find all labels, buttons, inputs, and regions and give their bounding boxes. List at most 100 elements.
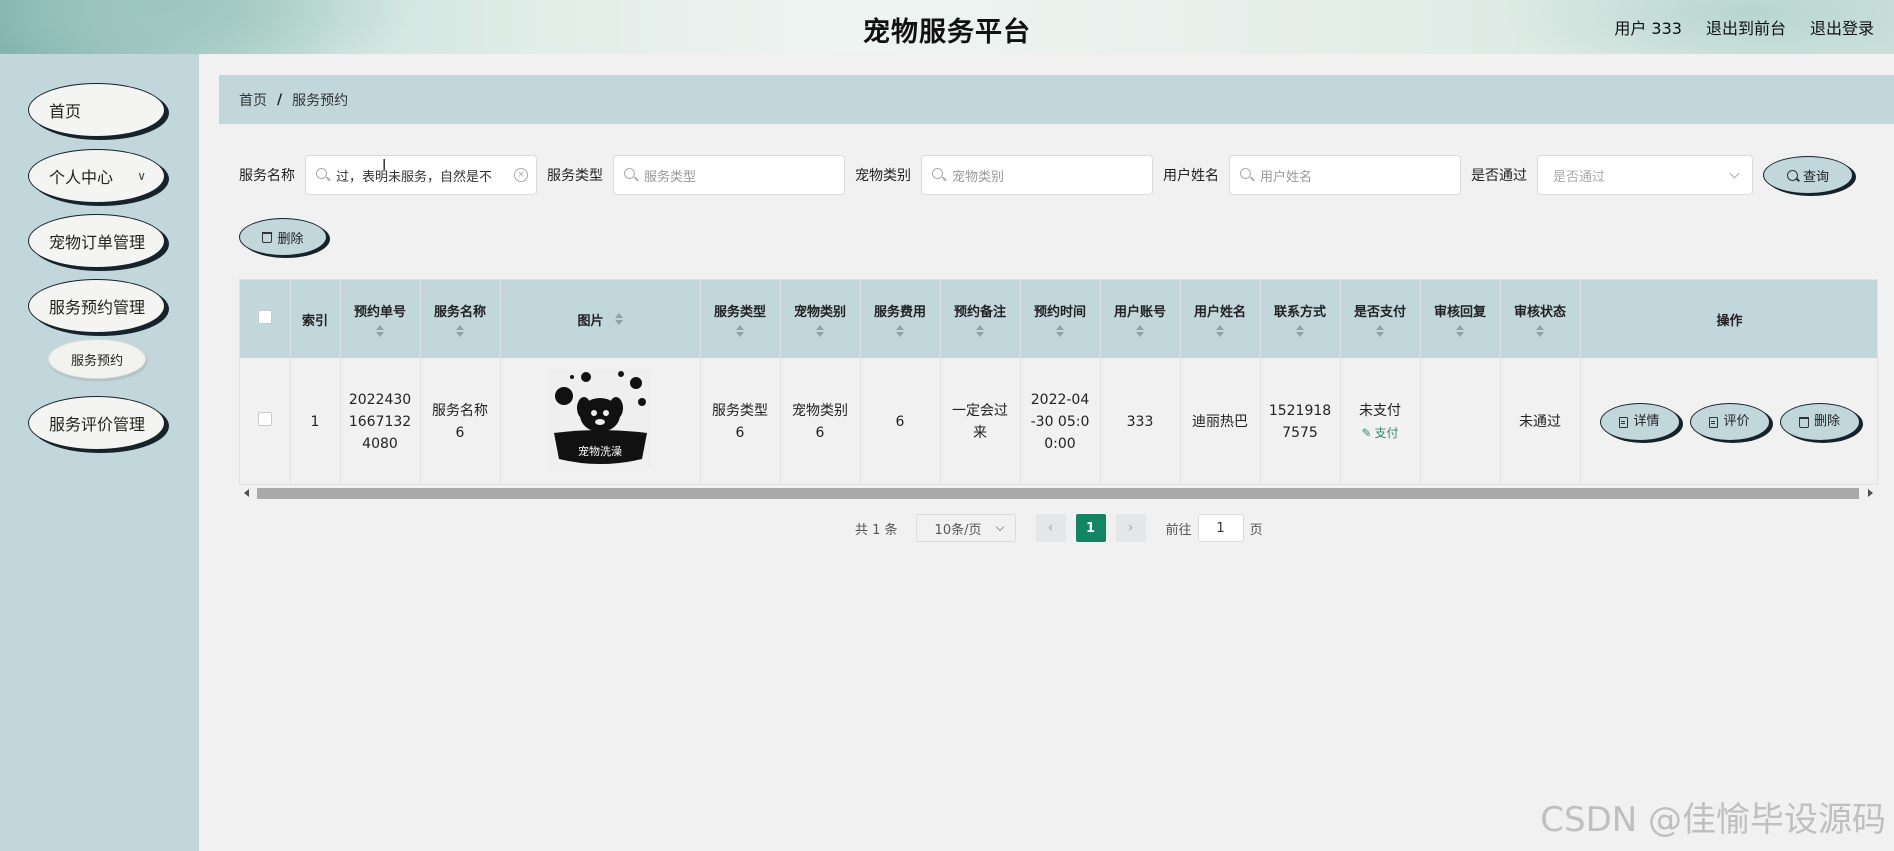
logout-link[interactable]: 退出登录 [1810,15,1874,39]
search-icon [1786,169,1798,181]
chevron-down-icon [1729,168,1740,179]
goto-label: 前往 [1165,522,1192,538]
sort-icon[interactable] [1216,325,1224,337]
chevron-right-icon: › [1127,520,1134,536]
th-paid[interactable]: 是否支付 [1340,280,1421,358]
cell-user-account: 333 [1100,358,1181,486]
cell-actions: 详情 评价 删除 [1580,358,1877,486]
sidebar-item-service-review-mgmt[interactable]: 服务评价管理 [28,396,165,450]
next-page-button[interactable]: › [1115,514,1146,542]
sidebar-subitem-label: 服务预约 [70,353,123,369]
sidebar-item-pet-orders[interactable]: 宠物订单管理 [28,214,165,268]
scroll-left-icon[interactable] [244,489,249,497]
sort-icon[interactable] [1296,325,1304,337]
cell-paid: 未支付 ✎ 支付 [1340,358,1421,486]
review-button[interactable]: 评价 [1689,403,1770,441]
query-button[interactable]: 查询 [1763,156,1853,194]
search-icon [624,168,635,179]
delete-button-label: 删除 [277,231,304,247]
sort-icon[interactable] [816,325,824,337]
th-service-name[interactable]: 服务名称 [420,280,501,358]
bulk-delete-button[interactable]: 删除 [239,218,327,256]
document-icon [1619,416,1629,428]
scroll-right-icon[interactable] [1868,489,1873,497]
th-user-name[interactable]: 用户姓名 [1180,280,1261,358]
cell-user-name: 迪丽热巴 [1180,358,1261,486]
sidebar-item-personal-center[interactable]: 个人中心 ∨ [28,149,165,203]
service-type-placeholder: 服务类型 [644,169,697,185]
th-service-fee[interactable]: 服务费用 [860,280,941,358]
sidebar-item-label: 宠物订单管理 [49,233,146,252]
user-name-placeholder: 用户姓名 [1260,169,1313,185]
row-delete-button[interactable]: 删除 [1779,403,1860,441]
trash-icon [262,231,273,243]
th-order-no[interactable]: 预约单号 [340,280,421,358]
detail-button-label: 详情 [1633,414,1660,429]
pet-category-label: 宠物类别 [855,168,911,184]
page-number[interactable]: 1 [1075,514,1106,542]
pagination: 共 1 条 10条/页 ‹ 1 › 前往 1 页 [855,514,1263,542]
goto-page-input[interactable]: 1 [1197,514,1244,542]
sort-icon[interactable] [896,325,904,337]
th-user-account[interactable]: 用户账号 [1100,280,1181,358]
select-all-cell[interactable] [240,280,291,358]
row-select-cell[interactable] [240,358,291,486]
sort-icon[interactable] [376,325,384,337]
chevron-down-icon [995,522,1004,532]
th-contact[interactable]: 联系方式 [1260,280,1341,358]
cell-service-type: 服务类型6 [700,358,781,486]
sort-icon[interactable] [1136,325,1144,337]
horizontal-scrollbar[interactable] [239,484,1878,500]
prev-page-button[interactable]: ‹ [1035,514,1066,542]
sort-icon[interactable] [736,325,744,337]
th-review-status[interactable]: 审核状态 [1500,280,1581,358]
sort-icon[interactable] [1456,325,1464,337]
cell-image: 宠物洗澡 [500,358,701,486]
clear-icon[interactable]: × [514,168,528,182]
th-service-type[interactable]: 服务类型 [700,280,781,358]
cell-index: 1 [290,358,341,486]
select-all-checkbox[interactable] [257,310,272,324]
sort-icon[interactable] [1376,325,1384,337]
sidebar-item-label: 服务评价管理 [49,415,146,434]
pay-link[interactable]: ✎ 支付 [1361,422,1398,444]
cell-order-no: 202243016671324080 [340,358,421,486]
cell-contact: 15219187575 [1260,358,1341,486]
cell-service-fee: 6 [860,358,941,486]
service-name-input[interactable]: 过，表明未服务，自然是不 × [305,155,537,195]
sidebar-item-home[interactable]: 首页 [28,83,165,137]
service-name-label: 服务名称 [239,168,295,184]
app-title: 宠物服务平台 [863,17,1031,48]
th-image[interactable]: 图片 [500,280,701,358]
approved-select[interactable]: 是否通过 [1537,155,1753,195]
page-suffix: 页 [1249,522,1263,538]
user-name-input[interactable]: 用户姓名 [1229,155,1461,195]
sort-icon[interactable] [1056,325,1064,337]
search-icon [932,168,943,179]
breadcrumb-home[interactable]: 首页 [239,90,267,110]
edit-icon: ✎ [1361,426,1372,440]
row-checkbox[interactable] [257,412,272,426]
sidebar-item-service-booking-mgmt[interactable]: 服务预约管理 [28,279,165,333]
sort-icon[interactable] [1536,325,1544,337]
watermark: CSDN @佳愉毕设源码 [1540,800,1886,840]
back-to-front-link[interactable]: 退出到前台 [1706,15,1786,39]
user-label: 用户 333 [1614,19,1682,38]
pet-category-input[interactable]: 宠物类别 [921,155,1153,195]
scrollbar-thumb[interactable] [257,488,1859,499]
row-delete-button-label: 删除 [1813,414,1840,429]
detail-button[interactable]: 详情 [1599,403,1680,441]
sidebar: 首页 个人中心 ∨ 宠物订单管理 服务预约管理 服务预约 服务评价管理 [0,54,199,851]
document-icon [1709,416,1719,428]
sort-icon[interactable] [614,313,623,325]
sort-icon[interactable] [456,325,464,337]
th-remark[interactable]: 预约备注 [940,280,1021,358]
th-pet-category[interactable]: 宠物类别 [780,280,861,358]
service-type-input[interactable]: 服务类型 [613,155,845,195]
page-size-value: 10条/页 [934,522,982,538]
page-size-select[interactable]: 10条/页 [915,514,1016,542]
th-review-reply[interactable]: 审核回复 [1420,280,1501,358]
sort-icon[interactable] [976,325,984,337]
th-appointment-time[interactable]: 预约时间 [1020,280,1101,358]
sidebar-subitem-service-booking[interactable]: 服务预约 [48,339,146,379]
